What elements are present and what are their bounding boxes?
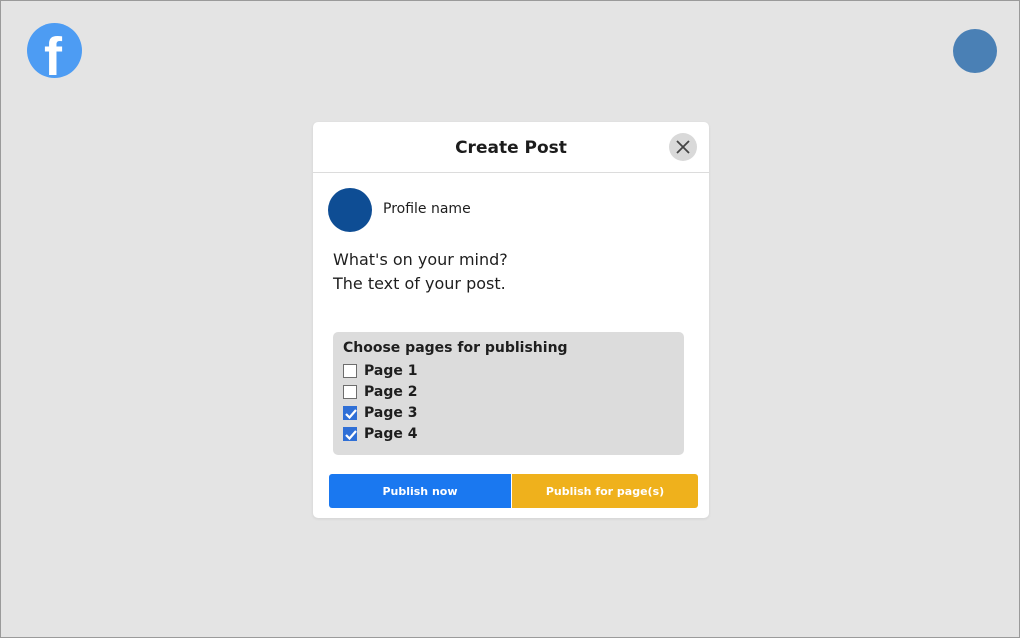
dialog-header: Create Post — [313, 122, 709, 173]
page-option-label: Page 2 — [364, 384, 418, 400]
page-option-label: Page 3 — [364, 405, 418, 421]
checkmark-icon — [345, 430, 357, 441]
publish-now-button[interactable]: Publish now — [329, 474, 511, 508]
post-text-line: The text of your post. — [333, 274, 506, 293]
checkbox[interactable] — [343, 385, 357, 399]
close-button[interactable] — [669, 133, 697, 161]
create-post-dialog: Create Post Profile name What's on your … — [313, 122, 709, 518]
checkmark-icon — [345, 409, 357, 420]
checkbox-checked[interactable] — [343, 427, 357, 441]
dialog-title: Create Post — [455, 138, 567, 158]
close-icon — [676, 140, 690, 154]
checkbox-checked[interactable] — [343, 406, 357, 420]
user-avatar[interactable] — [953, 29, 997, 73]
page-option-label: Page 4 — [364, 426, 418, 442]
page-option-label: Page 1 — [364, 363, 418, 379]
post-text-area[interactable]: What's on your mind? The text of your po… — [333, 248, 693, 296]
pages-selector: Choose pages for publishing Page 1 Page … — [333, 332, 684, 455]
checkbox[interactable] — [343, 364, 357, 378]
publish-for-pages-button[interactable]: Publish for page(s) — [512, 474, 698, 508]
profile-name: Profile name — [383, 201, 471, 217]
facebook-icon[interactable]: f — [27, 23, 82, 78]
post-text-line: What's on your mind? — [333, 250, 508, 269]
pages-selector-title: Choose pages for publishing — [343, 340, 568, 356]
profile-avatar — [328, 188, 372, 232]
facebook-logo-glyph: f — [44, 27, 62, 78]
